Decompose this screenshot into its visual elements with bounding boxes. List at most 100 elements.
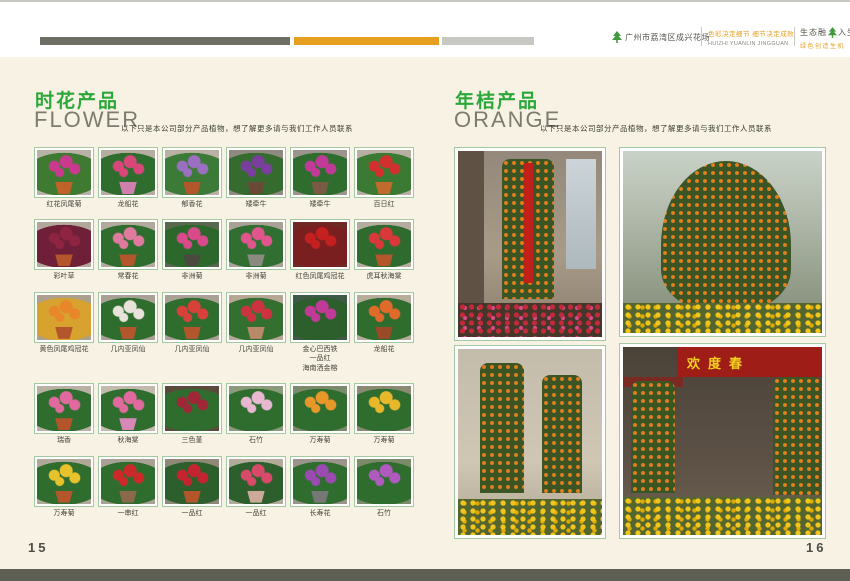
flower-photo: [99, 457, 157, 506]
flower-item: 龙船花: [97, 148, 159, 209]
flower-photo: [35, 148, 93, 197]
flower-photo: [99, 293, 157, 342]
flower-photo: [99, 220, 157, 269]
flower-photo: [227, 384, 285, 433]
flower-photo: [291, 148, 349, 197]
motto-left: 生态融: [800, 27, 827, 38]
flower-label: 长寿花: [310, 509, 331, 518]
flower-item: 三色堇: [161, 384, 223, 445]
flower-photo: [355, 293, 413, 342]
flower-item: 黄色凤尾鸡冠花: [33, 293, 95, 373]
flower-item: 矮牵牛: [225, 148, 287, 209]
kumquat-tower: [631, 381, 675, 493]
flower-photo: [291, 220, 349, 269]
flower-label: 几内亚凤仙: [111, 345, 146, 354]
flower-label: 龙船花: [118, 200, 139, 209]
top-border-line: [0, 0, 850, 2]
flower-label: 几内亚凤仙: [239, 345, 274, 354]
chrysanthemum-border: [623, 303, 822, 333]
brand-logo: 广州市荔湾区成兴花场: [612, 31, 710, 43]
storefront-red-sign: 欢度春: [677, 347, 825, 377]
flower-item: 红色凤尾鸡冠花: [289, 220, 351, 281]
flower-grid: 红花凤尾菊龙船花郁香花矮牵牛矮牵牛百日红彩叶草常春花非洲菊非洲菊红色凤尾鸡冠花虎…: [33, 148, 415, 518]
flower-label: 石竹: [377, 509, 391, 518]
flower-photo: [35, 384, 93, 433]
flower-item: 万寿菊: [353, 384, 415, 445]
flower-photo: [163, 293, 221, 342]
motto-line: 生态融 入生活: [800, 27, 850, 38]
poinsettia-border: [458, 303, 602, 337]
flower-photo: [163, 457, 221, 506]
flower-photo: [35, 457, 93, 506]
flower-photo: [291, 457, 349, 506]
flower-item: 一串红: [97, 457, 159, 518]
flower-item: 瑞香: [33, 384, 95, 445]
flower-photo: [163, 384, 221, 433]
flower-label: 瑞香: [57, 436, 71, 445]
flower-photo: [355, 384, 413, 433]
motto-right: 入生活: [838, 27, 850, 38]
header-motto: 生态融 入生活 绿色创造生机: [800, 27, 850, 50]
flower-label: 石竹: [249, 436, 263, 445]
flower-item: 非洲菊: [161, 220, 223, 281]
header-slogan: 色彩决定细节 细节决定成败 HUIZHI YUANLIN JINGGUAN: [708, 28, 790, 47]
flower-item: 一品红: [161, 457, 223, 518]
red-banner: [524, 163, 533, 283]
flower-item: 百日红: [353, 148, 415, 209]
slogan-chinese: 色彩决定细节 细节决定成败: [708, 28, 790, 38]
flower-item: 一品红: [225, 457, 287, 518]
flower-label: 彩叶草: [54, 272, 75, 281]
photo-indoor-kumquat-display: [455, 148, 605, 340]
flower-photo: [355, 148, 413, 197]
header-bar-light: [442, 37, 534, 45]
flower-label: 一品红: [246, 509, 267, 518]
flower-item: 郁香花: [161, 148, 223, 209]
flower-photo: [99, 384, 157, 433]
flower-item: 几内亚凤仙: [97, 293, 159, 373]
flower-photo: [355, 457, 413, 506]
flower-photo: [291, 293, 349, 342]
photo-window: [566, 159, 596, 269]
flower-item: 彩叶草: [33, 220, 95, 281]
flower-photo: [35, 293, 93, 342]
header-divider: [701, 27, 702, 46]
flower-item: 矮牵牛: [289, 148, 351, 209]
header-divider: [794, 27, 795, 46]
header-bar-dark: [40, 37, 290, 45]
footer-bar: [0, 569, 850, 581]
flower-photo: [227, 148, 285, 197]
flower-label: 一品红: [182, 509, 203, 518]
flower-photo: [227, 220, 285, 269]
kumquat-tower: [773, 377, 821, 495]
flower-photo: [291, 384, 349, 433]
flower-photo: [227, 457, 285, 506]
flower-item: 万寿菊: [33, 457, 95, 518]
orange-section-note: 以下只是本公司部分产品植物，想了解更多请与我们工作人员联系: [540, 123, 772, 134]
flower-photo: [99, 148, 157, 197]
flower-item: 常春花: [97, 220, 159, 281]
kumquat-tower: [542, 375, 582, 493]
flower-label: 郁香花: [182, 200, 203, 209]
flower-item: 石竹: [353, 457, 415, 518]
motto-subline: 绿色创造生机: [800, 41, 850, 50]
flower-label: 红色凤尾鸡冠花: [296, 272, 345, 281]
flower-label: 万寿菊: [54, 509, 75, 518]
flower-item: 石竹: [225, 384, 287, 445]
flower-label: 矮牵牛: [310, 200, 331, 209]
photo-storefront-kumquat-display: 欢度春: [620, 344, 825, 538]
chrysanthemum-border: [623, 497, 822, 535]
flower-item: 几内亚凤仙: [225, 293, 287, 373]
flower-item: 金心巴西铁 一品红 海南洒金榕: [289, 293, 351, 373]
header-bar-orange: [294, 37, 439, 45]
flower-label: 三色堇: [182, 436, 203, 445]
chrysanthemum-border: [458, 499, 602, 535]
flower-item: 虎耳秋海棠: [353, 220, 415, 281]
kumquat-mound: [661, 161, 791, 311]
flower-item: 秋海棠: [97, 384, 159, 445]
catalog-sheet: 时花产品 FLOWER 以下只是本公司部分产品植物，想了解更多请与我们工作人员联…: [0, 57, 850, 569]
brand-name: 广州市荔湾区成兴花场: [625, 32, 710, 43]
slogan-english: HUIZHI YUANLIN JINGGUAN: [708, 41, 790, 47]
page-number-right: 16: [806, 540, 826, 555]
flower-item: 龙船花: [353, 293, 415, 373]
flower-label: 一串红: [118, 509, 139, 518]
